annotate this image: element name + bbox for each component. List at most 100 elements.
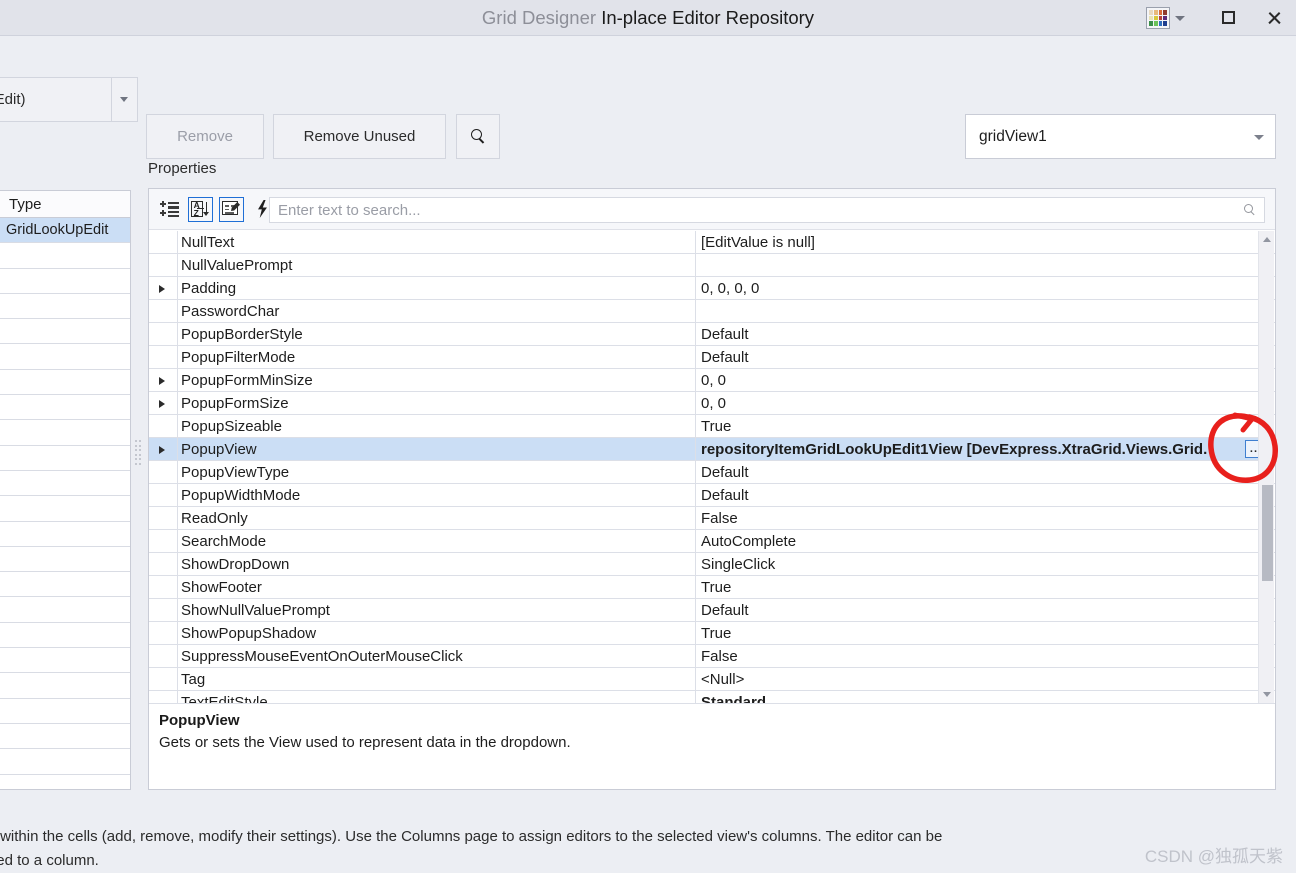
close-icon[interactable] (1252, 0, 1296, 36)
chevron-down-icon[interactable] (1245, 115, 1275, 158)
property-row[interactable]: NullText [EditValue is null] (149, 231, 1275, 254)
property-row[interactable]: TextEditStyle Standard (149, 691, 1275, 703)
property-value[interactable]: True (696, 415, 1275, 437)
expand-triangle-icon[interactable] (149, 277, 177, 299)
type-list-row[interactable] (0, 344, 130, 370)
type-list-row[interactable] (0, 522, 130, 547)
property-row[interactable]: Tag <Null> (149, 668, 1275, 691)
property-name: Padding (177, 277, 696, 299)
row-indent-spacer (149, 576, 177, 598)
type-list-row[interactable] (0, 370, 130, 396)
property-value[interactable]: True (696, 576, 1275, 598)
property-value[interactable]: repositoryItemGridLookUpEdit1View [DevEx… (696, 438, 1275, 460)
chevron-down-icon[interactable] (111, 78, 137, 121)
type-list-row[interactable] (0, 243, 130, 269)
remove-button[interactable]: Remove (146, 114, 264, 159)
row-indent-spacer (149, 691, 177, 703)
type-list-row[interactable] (0, 749, 130, 775)
property-value[interactable]: Default (696, 346, 1275, 368)
type-list-row[interactable] (0, 471, 130, 497)
expand-triangle-icon[interactable] (149, 392, 177, 414)
property-row[interactable]: PopupViewType Default (149, 461, 1275, 484)
property-pages-icon[interactable] (219, 196, 244, 222)
property-name: PopupFormMinSize (177, 369, 696, 391)
property-row[interactable]: ReadOnly False (149, 507, 1275, 530)
property-row[interactable]: ShowDropDown SingleClick (149, 553, 1275, 576)
property-row[interactable]: NullValuePrompt (149, 254, 1275, 277)
scrollbar-thumb[interactable] (1262, 484, 1273, 581)
property-row[interactable]: PopupSizeable True (149, 415, 1275, 438)
property-value-text: Default (701, 348, 749, 366)
type-list-row[interactable] (0, 294, 130, 320)
property-row[interactable]: SuppressMouseEventOnOuterMouseClick False (149, 645, 1275, 668)
chevron-down-icon[interactable] (1172, 7, 1188, 29)
property-value[interactable]: AutoComplete (696, 530, 1275, 552)
property-value[interactable]: True (696, 622, 1275, 644)
property-value[interactable] (696, 300, 1275, 322)
property-value-text: False (701, 647, 738, 665)
type-list-row[interactable] (0, 319, 130, 345)
view-selector-combo[interactable]: gridView1 (965, 114, 1276, 159)
type-list-row[interactable] (0, 648, 130, 674)
property-value[interactable]: Default (696, 323, 1275, 345)
property-value[interactable]: SingleClick (696, 553, 1275, 575)
type-list-row[interactable] (0, 420, 130, 446)
property-value[interactable]: 0, 0, 0, 0 (696, 277, 1275, 299)
properties-grid-scrollbar[interactable] (1258, 231, 1274, 703)
type-list-row[interactable] (0, 547, 130, 573)
maximize-icon[interactable] (1206, 0, 1252, 36)
splitter-grip-icon[interactable] (135, 440, 143, 466)
type-list-row[interactable] (0, 597, 130, 623)
property-row[interactable]: PopupBorderStyle Default (149, 323, 1275, 346)
editor-type-list[interactable]: Type GridLookUpEdit (0, 190, 131, 790)
property-name: SearchMode (177, 530, 696, 552)
type-list-row[interactable] (0, 673, 130, 699)
property-value[interactable] (696, 254, 1275, 276)
type-list-row[interactable] (0, 496, 130, 522)
property-value[interactable]: Default (696, 484, 1275, 506)
property-value[interactable]: [EditValue is null] (696, 231, 1275, 253)
property-row[interactable]: ShowNullValuePrompt Default (149, 599, 1275, 622)
property-row[interactable]: PasswordChar (149, 300, 1275, 323)
property-value[interactable]: Default (696, 461, 1275, 483)
alphabetical-sort-icon[interactable]: AZ (188, 196, 213, 222)
row-indent-spacer (149, 415, 177, 437)
type-list-row[interactable]: GridLookUpEdit (0, 218, 130, 244)
expand-triangle-icon[interactable] (149, 438, 177, 460)
property-value[interactable]: 0, 0 (696, 392, 1275, 414)
property-row[interactable]: SearchMode AutoComplete (149, 530, 1275, 553)
row-indent-spacer (149, 484, 177, 506)
type-list-row[interactable] (0, 724, 130, 750)
property-value[interactable]: False (696, 507, 1275, 529)
property-row[interactable]: ShowFooter True (149, 576, 1275, 599)
property-row[interactable]: Padding 0, 0, 0, 0 (149, 277, 1275, 300)
property-row[interactable]: ShowPopupShadow True (149, 622, 1275, 645)
property-value[interactable]: 0, 0 (696, 369, 1275, 391)
expand-triangle-icon[interactable] (149, 369, 177, 391)
property-row[interactable]: PopupFormSize 0, 0 (149, 392, 1275, 415)
type-list-row[interactable] (0, 572, 130, 598)
editor-type-combo[interactable]: xtEdit) (0, 77, 138, 122)
property-value[interactable]: False (696, 645, 1275, 667)
property-value[interactable]: Default (696, 599, 1275, 621)
type-list-row[interactable] (0, 446, 130, 471)
remove-unused-button[interactable]: Remove Unused (273, 114, 446, 159)
property-value[interactable]: <Null> (696, 668, 1275, 690)
property-row[interactable]: PopupFormMinSize 0, 0 (149, 369, 1275, 392)
property-value[interactable]: Standard (696, 691, 1275, 704)
property-row[interactable]: PopupView repositoryItemGridLookUpEdit1Vi… (149, 438, 1275, 461)
scroll-down-arrow-icon[interactable] (1259, 686, 1275, 703)
color-palette-grid-icon[interactable] (1146, 7, 1170, 29)
categorized-icon[interactable] (157, 197, 182, 222)
property-row[interactable]: PopupWidthMode Default (149, 484, 1275, 507)
status-description-bar: rs used for in-place editing within the … (0, 812, 1296, 873)
property-row[interactable]: PopupFilterMode Default (149, 346, 1275, 369)
type-list-row[interactable] (0, 269, 130, 294)
type-list-row[interactable] (0, 395, 130, 421)
type-list-row[interactable] (0, 623, 130, 649)
properties-search-input[interactable]: Enter text to search... (269, 197, 1265, 223)
properties-grid[interactable]: NullText [EditValue is null] NullValueProm… (149, 231, 1275, 703)
type-list-row[interactable] (0, 699, 130, 724)
find-button[interactable] (456, 114, 500, 159)
scroll-up-arrow-icon[interactable] (1259, 231, 1275, 248)
